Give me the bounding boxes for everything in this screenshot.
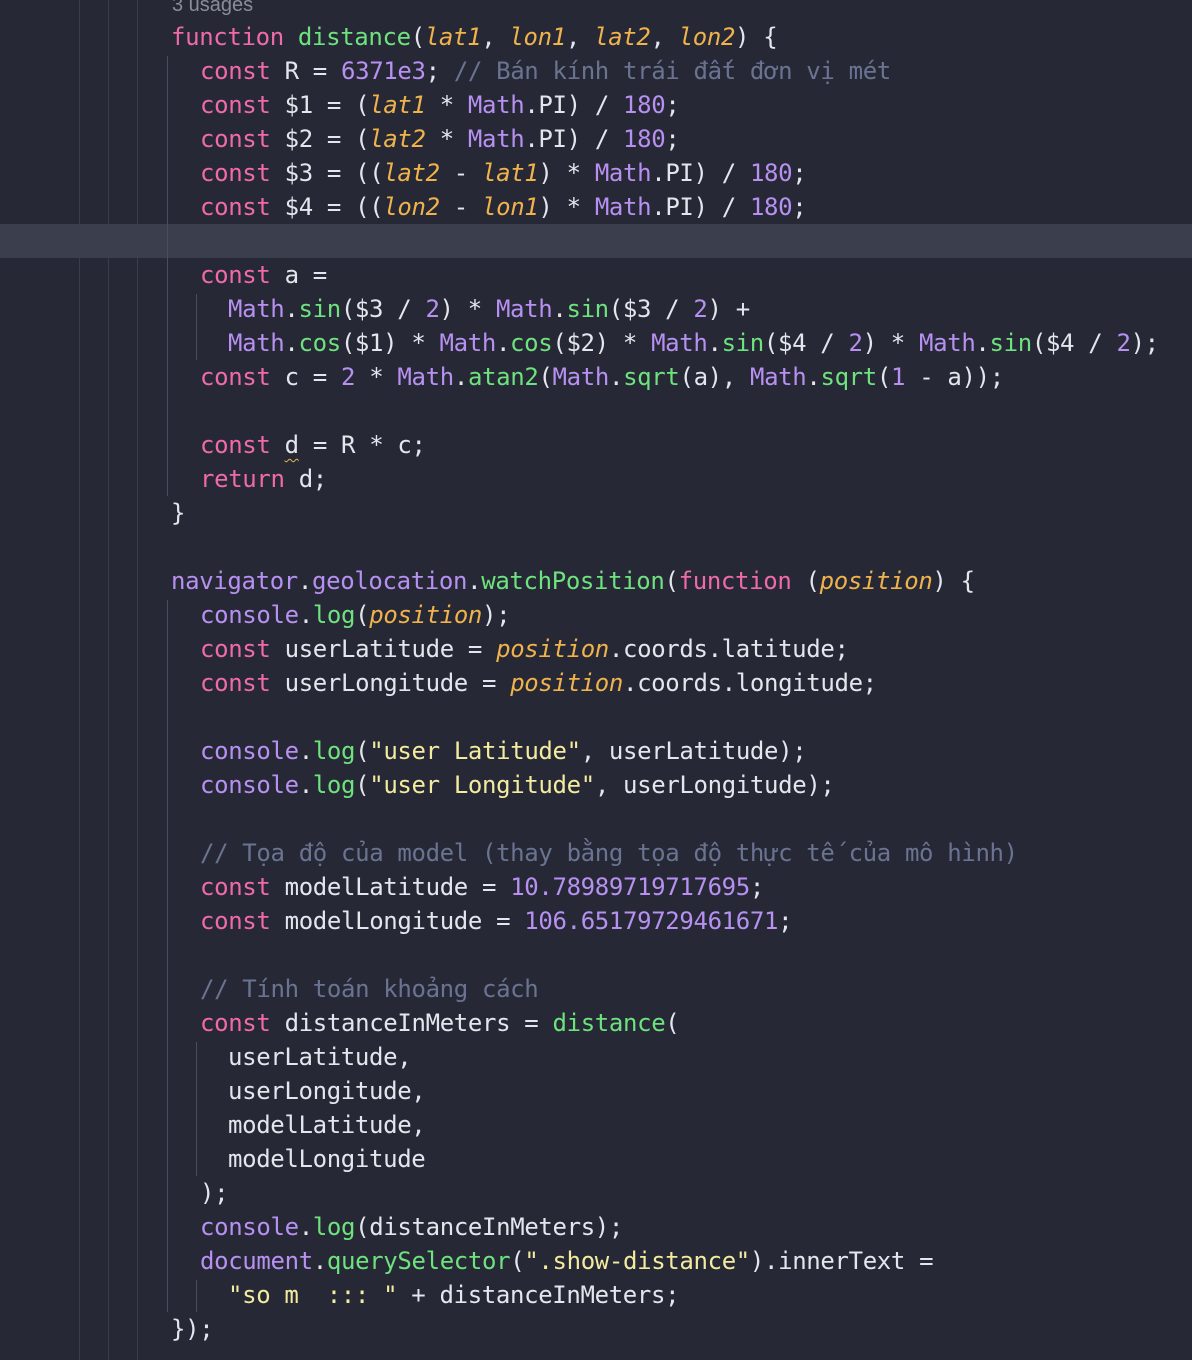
code-line: Math.cos($1) * Math.cos($2) * Math.sin($… [228,329,1159,357]
code-line: modelLatitude, [228,1111,426,1139]
code-comment: // Tọa độ của model (thay bằng tọa độ th… [200,839,1018,867]
code-line: const $3 = ((lat2 - lat1) * Math.PI) / 1… [200,159,807,187]
indent-guide [108,0,109,1360]
code-line: const $1 = (lat1 * Math.PI) / 180; [200,91,680,119]
code-line: const $2 = (lat2 * Math.PI) / 180; [200,125,680,153]
code-line: return d; [200,465,327,493]
code-line: const d = R * c; [200,431,426,459]
code-line: console.log(position); [200,601,511,629]
code-line-function-distance: function distance(lat1, lon1, lat2, lon2… [171,23,778,51]
code-line: Math.sin($3 / 2) * Math.sin($3 / 2) + [228,295,750,323]
code-line: userLatitude, [228,1043,412,1071]
code-line: const userLongitude = position.coords.lo… [200,669,877,697]
code-line: "so m ::: " + distanceInMeters; [228,1281,680,1309]
block-indent-guide [196,1042,197,1176]
code-line: const distanceInMeters = distance( [200,1009,680,1037]
code-line: console.log("user Longitude", userLongit… [200,771,835,799]
indent-guide [79,0,80,1360]
block-indent-guide [167,600,168,1312]
code-line: console.log(distanceInMeters); [200,1213,624,1241]
code-comment: // Tính toán khoảng cách [200,975,539,1003]
indent-guide [137,0,138,1360]
code-line: const c = 2 * Math.atan2(Math.sqrt(a), M… [200,363,1004,391]
code-editor[interactable]: 3 usages function distance(lat1, lon1, l… [0,0,1192,1360]
code-line: const modelLatitude = 10.78989719717695; [200,873,764,901]
code-line: } [171,499,186,527]
block-indent-guide [196,1280,197,1312]
code-line: const a = [200,261,327,289]
code-line: const modelLongitude = 106.6517972946167… [200,907,793,935]
current-line-highlight [0,224,1192,258]
code-line: console.log("user Latitude", userLatitud… [200,737,807,765]
usages-hint[interactable]: 3 usages [172,0,253,20]
code-line: }); [171,1315,214,1343]
block-indent-guide [167,56,168,496]
code-line: modelLongitude [228,1145,426,1173]
code-line: userLongitude, [228,1077,426,1105]
code-line: document.querySelector(".show-distance")… [200,1247,934,1275]
code-line: const R = 6371e3; // Bán kính trái đất đ… [200,57,891,85]
code-line: ); [200,1179,229,1207]
code-line-watch-position: navigator.geolocation.watchPosition(func… [171,567,975,595]
code-line: const $4 = ((lon2 - lon1) * Math.PI) / 1… [200,193,807,221]
code-line: const userLatitude = position.coords.lat… [200,635,849,663]
block-indent-guide [196,294,197,360]
